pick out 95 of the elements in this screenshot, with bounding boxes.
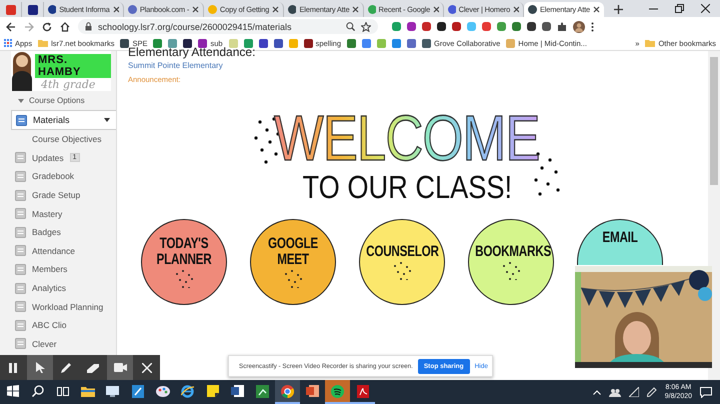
sidebar-item[interactable]: Workload Planning <box>0 297 116 316</box>
caret-up-icon[interactable] <box>592 390 601 394</box>
page-icon <box>15 190 26 201</box>
sidebar-item[interactable]: Analytics <box>0 278 116 298</box>
page-icon <box>15 170 26 182</box>
sidebar-item[interactable]: Attendance <box>0 242 116 260</box>
menu-icon[interactable] <box>591 22 594 32</box>
document-icon <box>231 385 244 397</box>
link-circle[interactable]: TODAY'S PLANNER <box>141 219 227 305</box>
restore-icon[interactable] <box>675 4 684 13</box>
browser-e-icon <box>181 384 194 398</box>
page-icon <box>15 301 26 312</box>
taskbar-button[interactable] <box>325 380 350 404</box>
sidebar-item[interactable]: Mastery <box>0 204 116 223</box>
palette-icon <box>156 386 170 396</box>
folder-icon <box>645 39 656 47</box>
link-circle[interactable]: BOOKMARKS <box>468 219 554 305</box>
new-tab-icon[interactable] <box>614 5 623 14</box>
page-icon <box>15 245 26 256</box>
taskbar-button[interactable] <box>275 380 300 404</box>
site-icon[interactable] <box>183 38 192 48</box>
site-icon[interactable] <box>258 38 268 48</box>
page-icon <box>15 320 26 331</box>
close-icon[interactable] <box>352 6 359 13</box>
sidebar-item[interactable]: Badges <box>0 222 116 242</box>
site-icon[interactable] <box>274 38 283 48</box>
sidebar-item[interactable]: Grade Setup <box>0 186 116 204</box>
cursor-button[interactable] <box>26 355 54 380</box>
sticky-note-icon <box>206 385 218 397</box>
folder-icon <box>38 39 48 47</box>
page-title: Elementary Attendance: <box>128 46 256 58</box>
notification-icon[interactable] <box>700 386 712 398</box>
sidebar-item[interactable]: Gradebook <box>0 167 116 186</box>
slides-icon <box>306 385 319 397</box>
close-icon[interactable] <box>701 4 710 13</box>
page-icon <box>16 114 27 126</box>
close-icon[interactable] <box>513 6 519 13</box>
close-icon[interactable] <box>433 6 439 13</box>
close-icon[interactable] <box>593 6 600 13</box>
back-icon[interactable] <box>6 22 16 32</box>
chrome-icon <box>281 384 294 398</box>
avatar-icon[interactable] <box>573 20 585 32</box>
windows-icon <box>6 385 18 397</box>
lock-icon <box>85 22 92 31</box>
monitor-icon <box>106 386 119 396</box>
search-icon <box>32 385 44 397</box>
sidebar-item[interactable]: Members <box>0 260 116 279</box>
page-icon <box>15 338 26 350</box>
reload-icon[interactable] <box>42 22 52 32</box>
address-bar[interactable]: schoology.lsr7.org/course/2600029415/materials <box>78 19 378 34</box>
camera-button[interactable] <box>106 355 134 380</box>
close-icon <box>142 362 152 372</box>
camera-icon <box>114 363 127 372</box>
task-view-icon <box>56 386 68 396</box>
pause-icon <box>8 362 18 372</box>
home-icon[interactable] <box>60 22 70 32</box>
caret-icon[interactable] <box>104 118 110 122</box>
star-icon[interactable] <box>361 22 371 32</box>
grade-label: 4th grade <box>40 78 96 91</box>
close-icon[interactable] <box>192 6 199 13</box>
scrollbar-thumb[interactable] <box>710 57 718 185</box>
music-icon <box>331 384 344 398</box>
figure-drawing <box>11 51 33 91</box>
page-icon <box>15 208 26 220</box>
apps-icon <box>4 39 12 47</box>
page-icon <box>15 282 26 294</box>
people-icon[interactable] <box>608 388 621 396</box>
sidebar-item[interactable]: Materials <box>11 110 116 130</box>
close-icon[interactable] <box>112 6 119 13</box>
page-icon <box>15 152 26 164</box>
folder-icon <box>80 386 94 396</box>
sidebar-item[interactable]: Clever <box>0 334 116 354</box>
spreadsheet-icon <box>256 384 269 398</box>
pen-icon[interactable] <box>646 387 657 397</box>
zoom-icon[interactable] <box>346 22 355 31</box>
course-options-link[interactable]: Course Options <box>0 91 116 110</box>
puzzle-icon[interactable] <box>557 22 567 32</box>
cursor-icon <box>36 362 44 373</box>
notepad-icon <box>132 384 144 398</box>
page-icon <box>15 264 26 275</box>
link-circle[interactable]: GOOGLE MEET <box>250 219 336 305</box>
page-icon <box>15 226 26 238</box>
pdf-icon <box>356 384 368 398</box>
pen-icon <box>61 362 72 373</box>
network-icon[interactable] <box>628 387 639 397</box>
link-circle[interactable]: COUNSELOR <box>359 219 445 305</box>
welcome-subheading: TO OUR CLASS! <box>302 170 512 204</box>
school-link[interactable]: Summit Pointe Elementary <box>128 61 708 70</box>
eraser-icon <box>87 362 100 372</box>
url-text: schoology.lsr7.org/course/2600029415/materials <box>98 22 292 32</box>
close-icon[interactable] <box>272 6 279 13</box>
teacher-name: MRS. HAMBY <box>35 54 111 78</box>
sidebar-item[interactable]: Course Objectives <box>0 130 116 149</box>
caret-icon <box>18 98 24 102</box>
sidebar-item[interactable]: ABC Clio <box>0 316 116 335</box>
